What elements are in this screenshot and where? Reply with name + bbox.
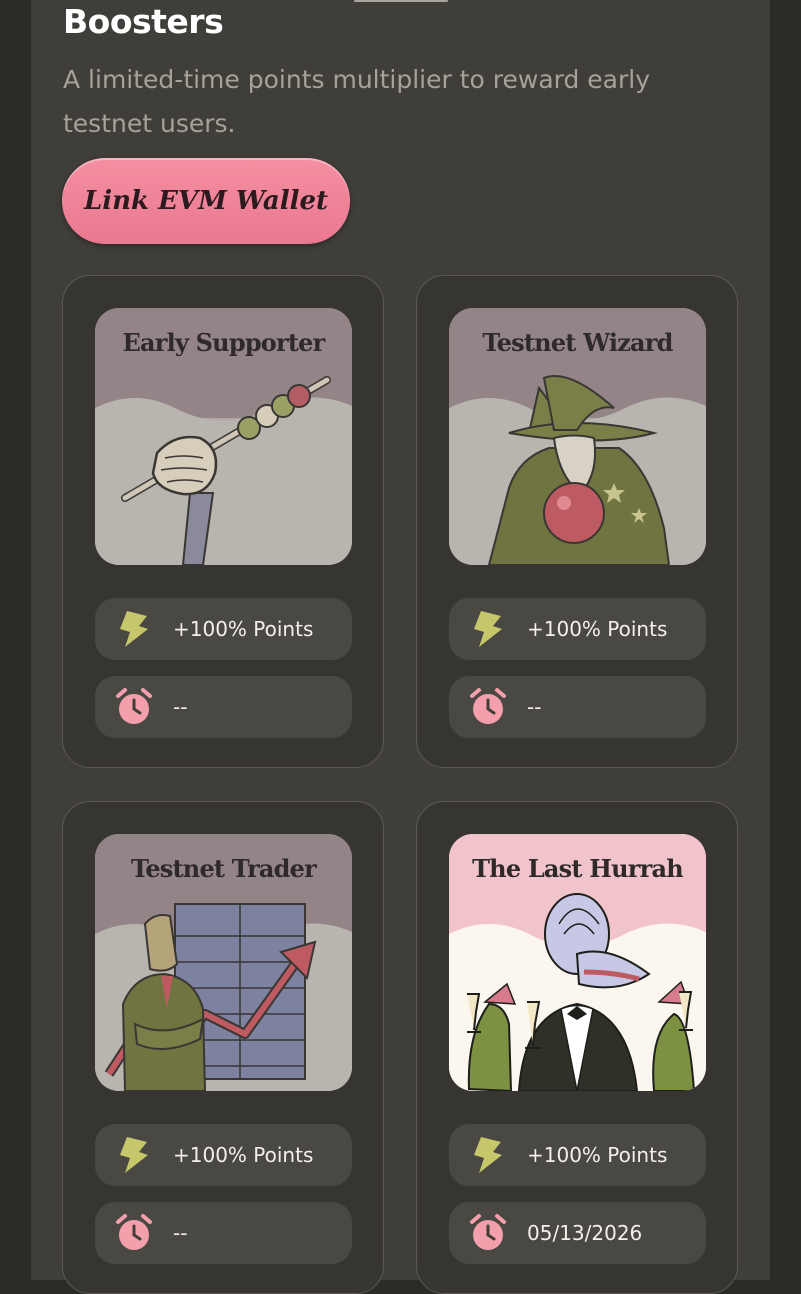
alarm-clock-icon bbox=[468, 687, 508, 727]
booster-title: Testnet Trader bbox=[131, 854, 317, 883]
testnet-trader-illustration: Testnet Trader bbox=[95, 834, 352, 1091]
timer-badge: -- bbox=[95, 1202, 352, 1264]
timer-badge: 05/13/2026 bbox=[449, 1202, 706, 1264]
alarm-clock-icon bbox=[114, 687, 154, 727]
timer-badge: -- bbox=[449, 676, 706, 738]
timer-badge: -- bbox=[95, 676, 352, 738]
timer-value: -- bbox=[173, 695, 188, 719]
drag-handle[interactable] bbox=[354, 0, 448, 2]
booster-card-testnet-wizard[interactable]: Testnet Wizard +100% Points -- bbox=[416, 275, 738, 768]
page-subtitle: A limited-time points multiplier to rewa… bbox=[63, 65, 651, 138]
booster-title: Testnet Wizard bbox=[482, 328, 673, 357]
booster-card-testnet-trader[interactable]: Testnet Trader +100% Points -- bbox=[62, 801, 384, 1294]
lightning-icon bbox=[114, 1135, 154, 1175]
alarm-clock-icon bbox=[114, 1213, 154, 1253]
points-badge: +100% Points bbox=[95, 1124, 352, 1186]
points-value: +100% Points bbox=[527, 617, 668, 641]
booster-title: Early Supporter bbox=[122, 328, 326, 357]
booster-card-early-supporter[interactable]: Early Supporter +100% Points -- bbox=[62, 275, 384, 768]
booster-card-the-last-hurrah[interactable]: The Last Hurrah +100% Points 05/13/2026 bbox=[416, 801, 738, 1294]
points-badge: +100% Points bbox=[449, 598, 706, 660]
booster-title: The Last Hurrah bbox=[472, 854, 684, 883]
points-badge: +100% Points bbox=[95, 598, 352, 660]
points-value: +100% Points bbox=[173, 617, 314, 641]
points-value: +100% Points bbox=[173, 1143, 314, 1167]
testnet-wizard-illustration: Testnet Wizard bbox=[449, 308, 706, 565]
timer-value: -- bbox=[173, 1221, 188, 1245]
timer-value: -- bbox=[527, 695, 542, 719]
lightning-icon bbox=[468, 609, 508, 649]
lightning-icon bbox=[468, 1135, 508, 1175]
early-supporter-illustration: Early Supporter bbox=[95, 308, 352, 565]
alarm-clock-icon bbox=[468, 1213, 508, 1253]
last-hurrah-illustration: The Last Hurrah bbox=[449, 834, 706, 1091]
page-title: Boosters bbox=[63, 2, 224, 41]
timer-value: 05/13/2026 bbox=[527, 1221, 643, 1245]
link-evm-wallet-button[interactable]: Link EVM Wallet bbox=[62, 158, 350, 244]
lightning-icon bbox=[114, 609, 154, 649]
points-value: +100% Points bbox=[527, 1143, 668, 1167]
points-badge: +100% Points bbox=[449, 1124, 706, 1186]
